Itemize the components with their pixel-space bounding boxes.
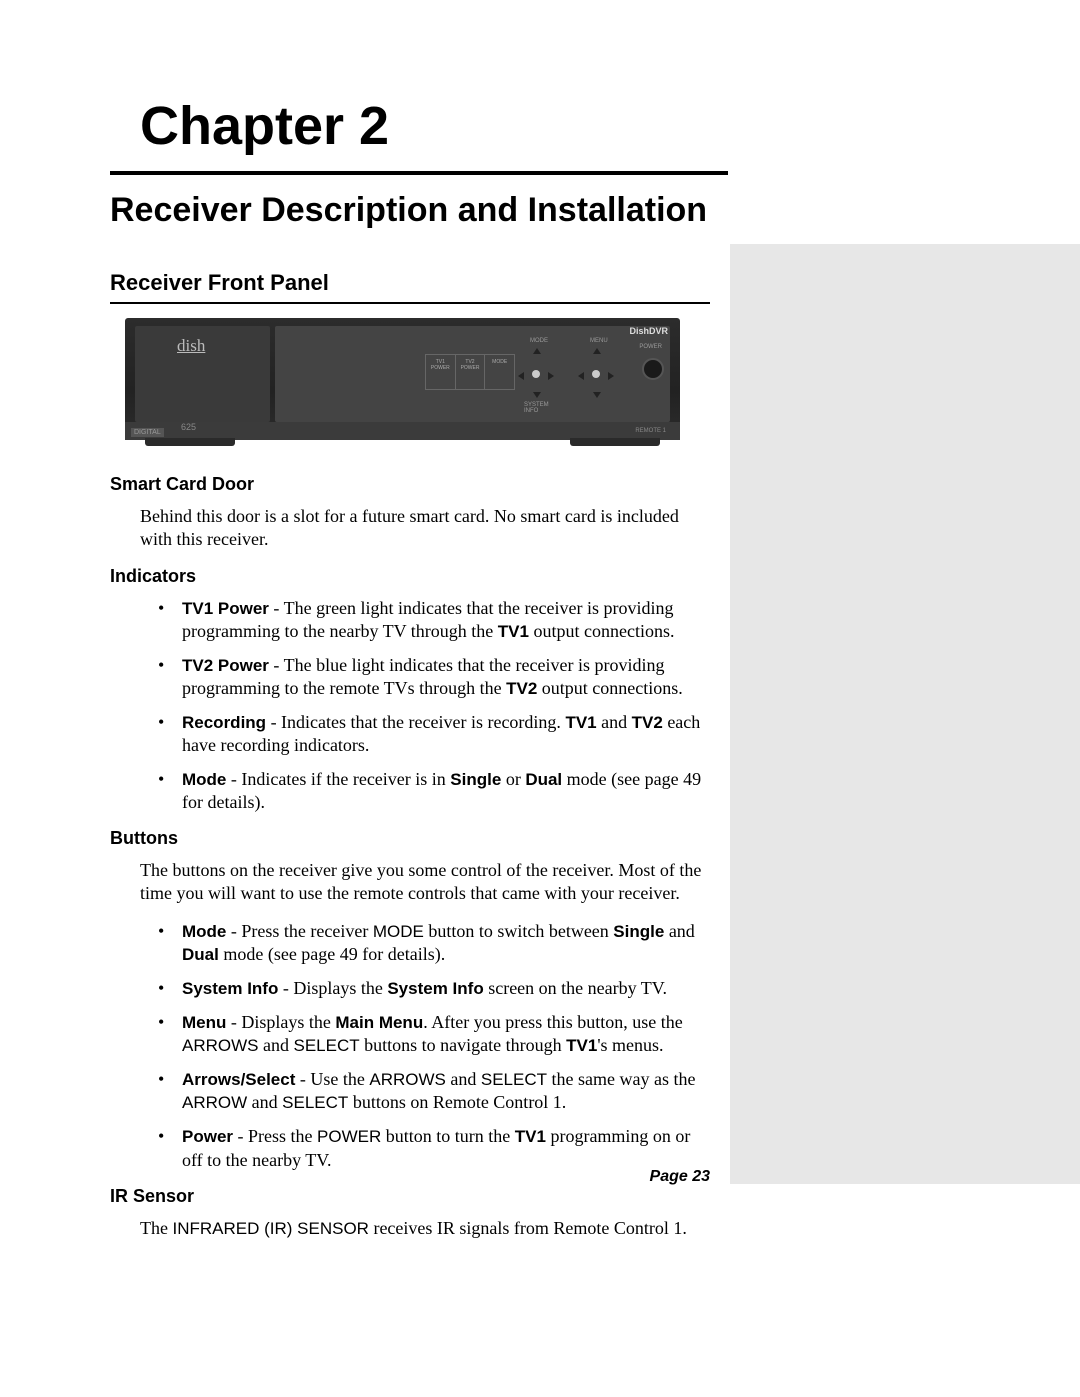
section-heading: Receiver Front Panel — [110, 270, 715, 296]
sub-smartcard: Smart Card Door — [110, 474, 715, 495]
chapter-heading: Chapter 2 — [140, 95, 1080, 157]
list-item: Arrows/Select - Use the ARROWS and SELEC… — [158, 1068, 715, 1114]
dvr-label: DishDVR — [629, 326, 668, 336]
page-number: Page 23 — [650, 1168, 710, 1186]
sub-indicators: Indicators — [110, 566, 715, 587]
ir-text: The INFRARED (IR) SENSOR receives IR sig… — [140, 1217, 715, 1240]
indicators-list: TV1 Power - The green light indicates th… — [158, 597, 715, 814]
list-item: TV1 Power - The green light indicates th… — [158, 597, 715, 643]
power-button-icon — [642, 358, 664, 380]
chapter-rule — [110, 171, 728, 175]
power-label: POWER — [639, 344, 662, 350]
smartcard-text: Behind this door is a slot for a future … — [140, 505, 715, 550]
right-margin-shade — [730, 244, 1080, 1184]
list-item: Recording - Indicates that the receiver … — [158, 711, 715, 757]
sub-buttons: Buttons — [110, 828, 715, 849]
list-item: Mode - Press the receiver MODE button to… — [158, 920, 715, 966]
list-item: System Info - Displays the System Info s… — [158, 977, 715, 1000]
dpad-left: MODE SYSTEM INFO — [510, 342, 560, 402]
dpad-right: MENU — [570, 342, 620, 402]
remote-label: REMOTE 1 — [635, 428, 666, 434]
dish-logo: dish — [177, 336, 205, 356]
buttons-intro: The buttons on the receiver give you som… — [140, 859, 715, 904]
list-item: Power - Press the POWER button to turn t… — [158, 1125, 715, 1171]
receiver-front-panel-figure: dish 625 DIGITAL TV1 POWERTV2 POWERMODE … — [125, 318, 680, 440]
list-item: Mode - Indicates if the receiver is in S… — [158, 768, 715, 814]
list-item: Menu - Displays the Main Menu. After you… — [158, 1011, 715, 1057]
digital-label: DIGITAL — [131, 428, 164, 437]
model-number: 625 — [181, 422, 196, 432]
indicator-block: TV1 POWERTV2 POWERMODE — [425, 354, 515, 390]
sub-ir: IR Sensor — [110, 1186, 715, 1207]
list-item: TV2 Power - The blue light indicates tha… — [158, 654, 715, 700]
buttons-list: Mode - Press the receiver MODE button to… — [158, 920, 715, 1171]
chapter-title: Receiver Description and Installation — [110, 191, 728, 230]
section-rule — [110, 302, 710, 304]
